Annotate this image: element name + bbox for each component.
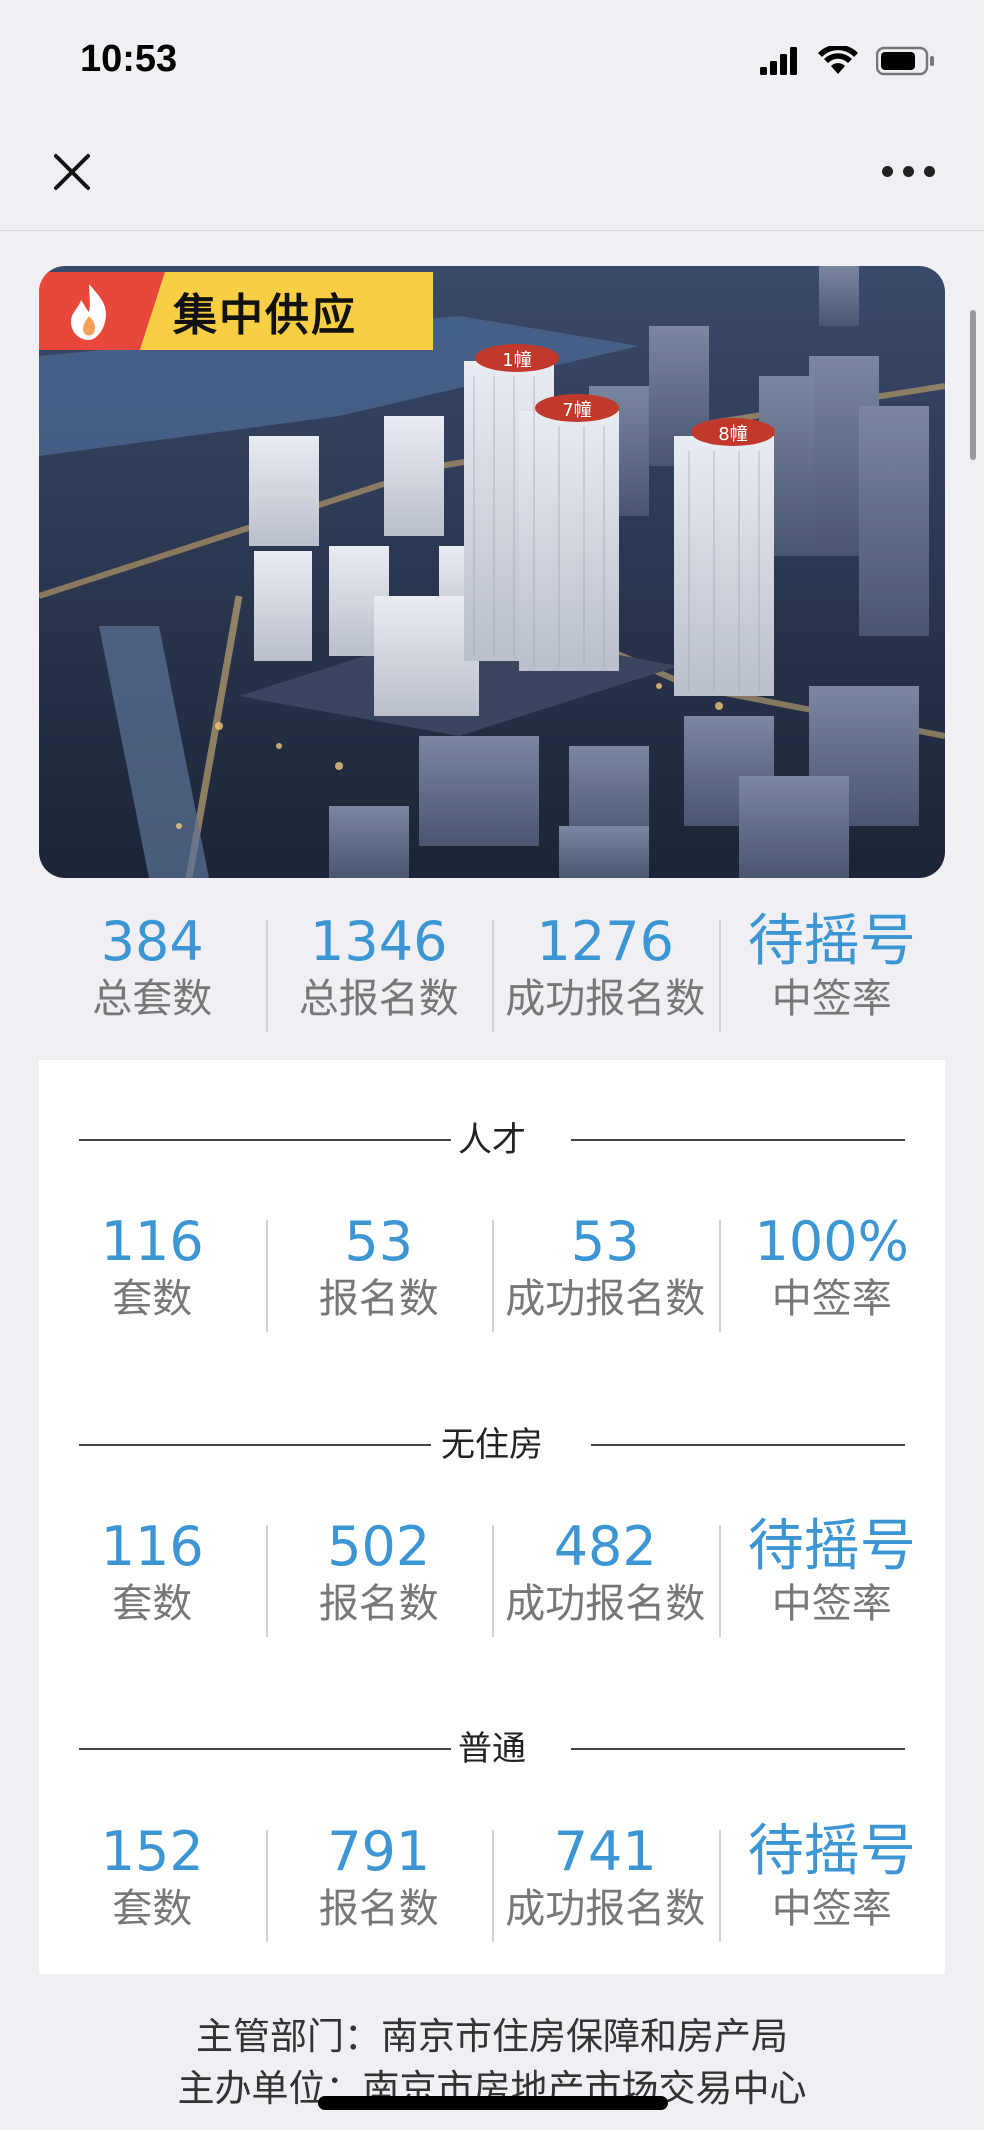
stat-win-rate: 100% 中签率	[718, 1210, 946, 1332]
stat-label: 中签率	[771, 1886, 892, 1932]
building-tag-7: 7幢	[535, 394, 619, 422]
stat-label: 套数	[112, 1886, 193, 1932]
stat-value: 116	[100, 1515, 204, 1578]
svg-text:8幢: 8幢	[718, 424, 747, 445]
summary-stats: 384 总套数 1346 总报名数 1276 成功报名数 待摇号 中签率	[39, 909, 946, 1032]
footer-department-label: 主管部门：	[196, 2015, 381, 2058]
status-icons	[760, 44, 936, 78]
divider-line	[591, 1444, 905, 1446]
stat-value: 1276	[536, 910, 674, 973]
stat-label: 成功报名数	[505, 976, 706, 1022]
stat-value: 待摇号	[747, 909, 916, 974]
stat-successful-applicants: 482 成功报名数	[492, 1515, 719, 1637]
section-title-talent: 人才	[39, 1115, 945, 1165]
stat-applicants: 53 报名数	[265, 1210, 493, 1332]
building-tag-1: 1幢	[475, 344, 559, 372]
section-stats-no-housing: 116 套数 502 报名数 482 成功报名数 待摇号 中签率	[39, 1514, 946, 1637]
stat-label: 成功报名数	[505, 1886, 706, 1932]
stat-label: 成功报名数	[505, 1276, 706, 1322]
stat-label: 中签率	[771, 1581, 892, 1627]
nav-bar	[0, 120, 984, 231]
stat-label: 报名数	[318, 1581, 439, 1627]
project-rendering-image: 1幢 7幢 8幢 集中供应	[39, 266, 945, 878]
supply-banner: 集中供应	[39, 272, 433, 350]
wifi-icon	[818, 46, 858, 74]
more-options-button[interactable]	[882, 156, 936, 186]
divider-line	[571, 1139, 905, 1141]
building-tag-8: 8幢	[691, 418, 775, 446]
signal-icon	[760, 47, 797, 75]
stat-label: 总报名数	[298, 976, 459, 1022]
supply-banner-label: 集中供应	[173, 290, 357, 341]
stat-value: 待摇号	[747, 1514, 916, 1579]
stat-value: 482	[553, 1515, 657, 1578]
stat-applicants: 502 报名数	[265, 1515, 493, 1637]
stat-value: 502	[327, 1515, 431, 1578]
stat-value: 1346	[310, 910, 448, 973]
svg-text:7幢: 7幢	[562, 400, 591, 421]
status-bar: 10:53	[0, 0, 984, 120]
section-title-ordinary: 普通	[39, 1724, 945, 1774]
summary-total-units: 384 总套数	[39, 910, 266, 1026]
stat-label: 中签率	[771, 976, 892, 1022]
status-time: 10:53	[80, 38, 178, 80]
more-dot-icon	[882, 165, 893, 177]
footer-department: 主管部门：南京市住房保障和房产局	[0, 2006, 984, 2060]
stat-value: 116	[100, 1210, 204, 1273]
stat-value: 152	[100, 1820, 204, 1883]
section-stats-talent: 116 套数 53 报名数 53 成功报名数 100% 中签率	[39, 1210, 946, 1332]
stat-value: 100%	[754, 1210, 909, 1273]
svg-text:1幢: 1幢	[502, 350, 531, 371]
stat-label: 成功报名数	[505, 1581, 706, 1627]
stat-units: 116 套数	[39, 1210, 266, 1326]
stat-win-rate: 待摇号 中签率	[718, 1514, 946, 1637]
stat-label: 总套数	[92, 976, 213, 1022]
stat-value: 53	[570, 1210, 640, 1273]
home-indicator[interactable]	[318, 2096, 668, 2110]
scrollbar[interactable]	[970, 310, 976, 460]
stat-successful-applicants: 53 成功报名数	[492, 1210, 719, 1332]
stat-value: 384	[100, 910, 204, 973]
battery-icon	[876, 46, 934, 76]
stat-label: 中签率	[771, 1276, 892, 1322]
stat-win-rate: 待摇号 中签率	[718, 1819, 946, 1942]
footer-department-value: 南京市住房保障和房产局	[381, 2015, 788, 2058]
stat-label: 套数	[112, 1581, 193, 1627]
section-title-no-housing: 无住房	[39, 1420, 945, 1470]
stat-label: 报名数	[318, 1276, 439, 1322]
stat-label: 报名数	[318, 1886, 439, 1932]
summary-win-rate: 待摇号 中签率	[718, 909, 946, 1032]
stat-label: 套数	[112, 1276, 193, 1322]
flame-icon	[39, 272, 165, 350]
stat-value: 待摇号	[747, 1819, 916, 1884]
stat-successful-applicants: 741 成功报名数	[492, 1820, 719, 1942]
more-dot-icon	[903, 165, 914, 177]
close-icon[interactable]	[48, 148, 96, 196]
summary-total-applicants: 1346 总报名数	[265, 910, 493, 1032]
stat-units: 116 套数	[39, 1515, 266, 1631]
more-dot-icon	[924, 165, 935, 177]
stat-value: 791	[327, 1820, 431, 1883]
stat-units: 152 套数	[39, 1820, 266, 1936]
stat-applicants: 791 报名数	[265, 1820, 493, 1942]
stat-value: 741	[553, 1820, 657, 1883]
divider-line	[571, 1748, 905, 1750]
summary-successful-applicants: 1276 成功报名数	[492, 910, 719, 1032]
stat-value: 53	[344, 1210, 414, 1273]
section-stats-ordinary: 152 套数 791 报名数 741 成功报名数 待摇号 中签率	[39, 1819, 946, 1942]
